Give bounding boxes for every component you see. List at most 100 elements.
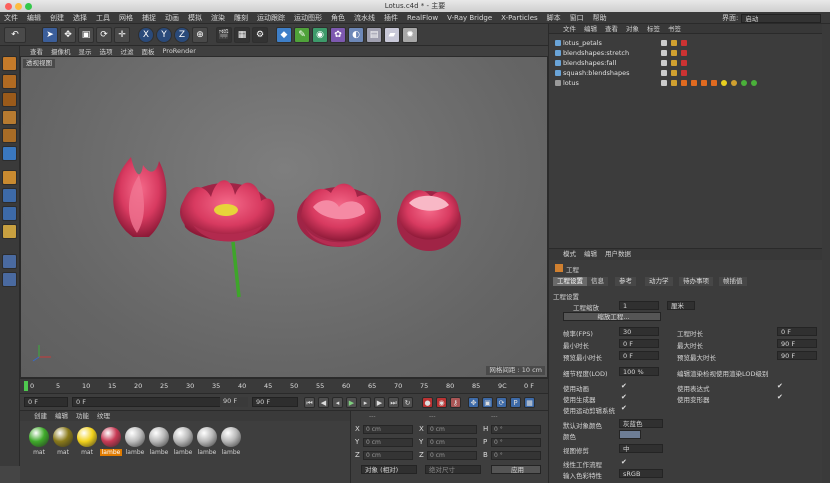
- menu-pipeline[interactable]: 流水线: [354, 13, 375, 23]
- menu-motion-tracking[interactable]: 运动跟踪: [257, 13, 285, 23]
- coord-rotation-b[interactable]: 0 °: [491, 451, 541, 460]
- model-mode-icon[interactable]: [2, 74, 17, 89]
- object-menu-bookmarks[interactable]: 书签: [668, 24, 681, 33]
- tag-icon[interactable]: [671, 70, 677, 76]
- deformer-icon[interactable]: ◐: [348, 26, 364, 43]
- object-row-blendshapes-stretch[interactable]: blendshapes:stretch: [549, 48, 830, 58]
- tab-todo[interactable]: 待办事项: [679, 277, 713, 286]
- scale-project-button[interactable]: 缩放工程...: [563, 312, 661, 321]
- close-window-icon[interactable]: [5, 3, 12, 10]
- preview-end-field[interactable]: 90 F: [252, 397, 298, 407]
- record-icon[interactable]: ●: [422, 397, 433, 408]
- tweak-mode-icon[interactable]: [2, 188, 17, 203]
- spline-pen-icon[interactable]: ✎: [294, 26, 310, 43]
- menu-window[interactable]: 窗口: [570, 13, 584, 23]
- tag-icon[interactable]: [681, 50, 687, 56]
- lod-field[interactable]: 100 %: [619, 367, 659, 376]
- tag-icon[interactable]: [671, 50, 677, 56]
- visibility-dots-icon[interactable]: [661, 60, 667, 66]
- use-deformer-checkbox[interactable]: ✔: [777, 393, 783, 401]
- axis-y-button[interactable]: Y: [156, 26, 172, 43]
- tab-info[interactable]: 信息: [587, 277, 608, 286]
- preview-max-field[interactable]: 90 F: [777, 351, 817, 360]
- material-tag-icon[interactable]: [721, 80, 727, 86]
- min-time-field[interactable]: 0 F: [619, 339, 659, 348]
- tag-icon[interactable]: [681, 80, 687, 86]
- key-pla-icon[interactable]: ▦: [524, 397, 535, 408]
- viewport-menu-display[interactable]: 显示: [79, 46, 92, 56]
- object-name[interactable]: blendshapes:fall: [563, 58, 616, 68]
- visibility-dots-icon[interactable]: [661, 50, 667, 56]
- tag-icon[interactable]: [681, 60, 687, 66]
- viewport-menu-filter[interactable]: 过滤: [121, 46, 134, 56]
- key-rotation-icon[interactable]: ⟳: [496, 397, 507, 408]
- menu-simulate[interactable]: 模拟: [188, 13, 202, 23]
- render-picture-viewer-icon[interactable]: ▦: [234, 26, 250, 43]
- menu-help[interactable]: 帮助: [593, 13, 607, 23]
- tag-icon[interactable]: [711, 80, 717, 86]
- use-motion-system-checkbox[interactable]: ✔: [621, 404, 627, 412]
- default-color-dropdown[interactable]: 灰蓝色: [619, 419, 663, 428]
- menu-create[interactable]: 创建: [50, 13, 64, 23]
- object-row-lotus[interactable]: lotus: [549, 78, 830, 88]
- menu-sculpt[interactable]: 雕刻: [234, 13, 248, 23]
- current-frame-field[interactable]: 0 F: [24, 397, 68, 407]
- go-to-end-icon[interactable]: ⏭: [388, 397, 399, 408]
- key-scale-icon[interactable]: ▣: [482, 397, 493, 408]
- view-clipping-dropdown[interactable]: 中: [619, 444, 663, 453]
- perspective-viewport[interactable]: 透视视图 网格间距: 10 cm: [20, 56, 548, 378]
- visibility-dots-icon[interactable]: [661, 80, 667, 86]
- auto-key-icon[interactable]: ◉: [436, 397, 447, 408]
- rotate-tool-icon[interactable]: ⟳: [96, 26, 112, 43]
- material-swatch[interactable]: lambe: [148, 427, 170, 463]
- array-mograph-icon[interactable]: ✿: [330, 26, 346, 43]
- prev-frame-icon[interactable]: ◂: [332, 397, 343, 408]
- tab-key-interpolation[interactable]: 帧插值: [719, 277, 747, 286]
- make-editable-icon[interactable]: [2, 56, 17, 71]
- fps-field[interactable]: 30: [619, 327, 659, 336]
- object-menu-objects[interactable]: 对象: [626, 24, 639, 33]
- menu-mesh[interactable]: 网格: [119, 13, 133, 23]
- coord-apply-button[interactable]: 应用: [491, 465, 541, 474]
- floor-environment-icon[interactable]: ▤: [366, 26, 382, 43]
- material-swatch[interactable]: lambe: [100, 427, 122, 463]
- tab-references[interactable]: 参考: [615, 277, 636, 286]
- coord-size-y[interactable]: 0 cm: [427, 438, 477, 447]
- texture-mode-icon[interactable]: [2, 92, 17, 107]
- keyframe-selection-icon[interactable]: ⚷: [450, 397, 461, 408]
- material-swatch[interactable]: lambe: [196, 427, 218, 463]
- material-menu-function[interactable]: 功能: [76, 411, 89, 421]
- zoom-window-icon[interactable]: [25, 3, 32, 10]
- points-mode-icon[interactable]: [2, 110, 17, 125]
- next-key-icon[interactable]: ▶: [374, 397, 385, 408]
- viewport-menu-options[interactable]: 选项: [100, 46, 113, 56]
- project-scale-unit-dropdown[interactable]: 厘米: [667, 301, 695, 310]
- coord-size-x[interactable]: 0 cm: [427, 425, 477, 434]
- material-menu-texture[interactable]: 纹理: [97, 411, 110, 421]
- snap-icon[interactable]: [2, 206, 17, 221]
- object-menu-view[interactable]: 查看: [605, 24, 618, 33]
- max-time-field[interactable]: 90 F: [777, 339, 817, 348]
- coord-position-x[interactable]: 0 cm: [363, 425, 413, 434]
- nurbs-generator-icon[interactable]: ◉: [312, 26, 328, 43]
- polygons-mode-icon[interactable]: [2, 146, 17, 161]
- key-parameter-icon[interactable]: P: [510, 397, 521, 408]
- tag-icon[interactable]: [681, 40, 687, 46]
- key-position-icon[interactable]: ✥: [468, 397, 479, 408]
- tag-icon[interactable]: [671, 60, 677, 66]
- project-scale-field[interactable]: 1: [619, 301, 659, 310]
- render-settings-icon[interactable]: ⚙: [252, 26, 268, 43]
- use-animation-checkbox[interactable]: ✔: [621, 382, 627, 390]
- render-view-icon[interactable]: 🎬: [216, 26, 232, 43]
- menu-x-particles[interactable]: X-Particles: [501, 14, 537, 22]
- go-to-start-icon[interactable]: ⏮: [304, 397, 315, 408]
- visibility-dots-icon[interactable]: [661, 70, 667, 76]
- coord-size-z[interactable]: 0 cm: [427, 451, 477, 460]
- project-time-field[interactable]: 0 F: [777, 327, 817, 336]
- object-row-squash-blendshapes[interactable]: squash:blendshapes: [549, 68, 830, 78]
- menu-script[interactable]: 脚本: [547, 13, 561, 23]
- tag-icon[interactable]: [681, 70, 687, 76]
- material-tag-icon[interactable]: [751, 80, 757, 86]
- material-menu-edit[interactable]: 编辑: [55, 411, 68, 421]
- viewport-menu-prorender[interactable]: ProRender: [163, 47, 196, 55]
